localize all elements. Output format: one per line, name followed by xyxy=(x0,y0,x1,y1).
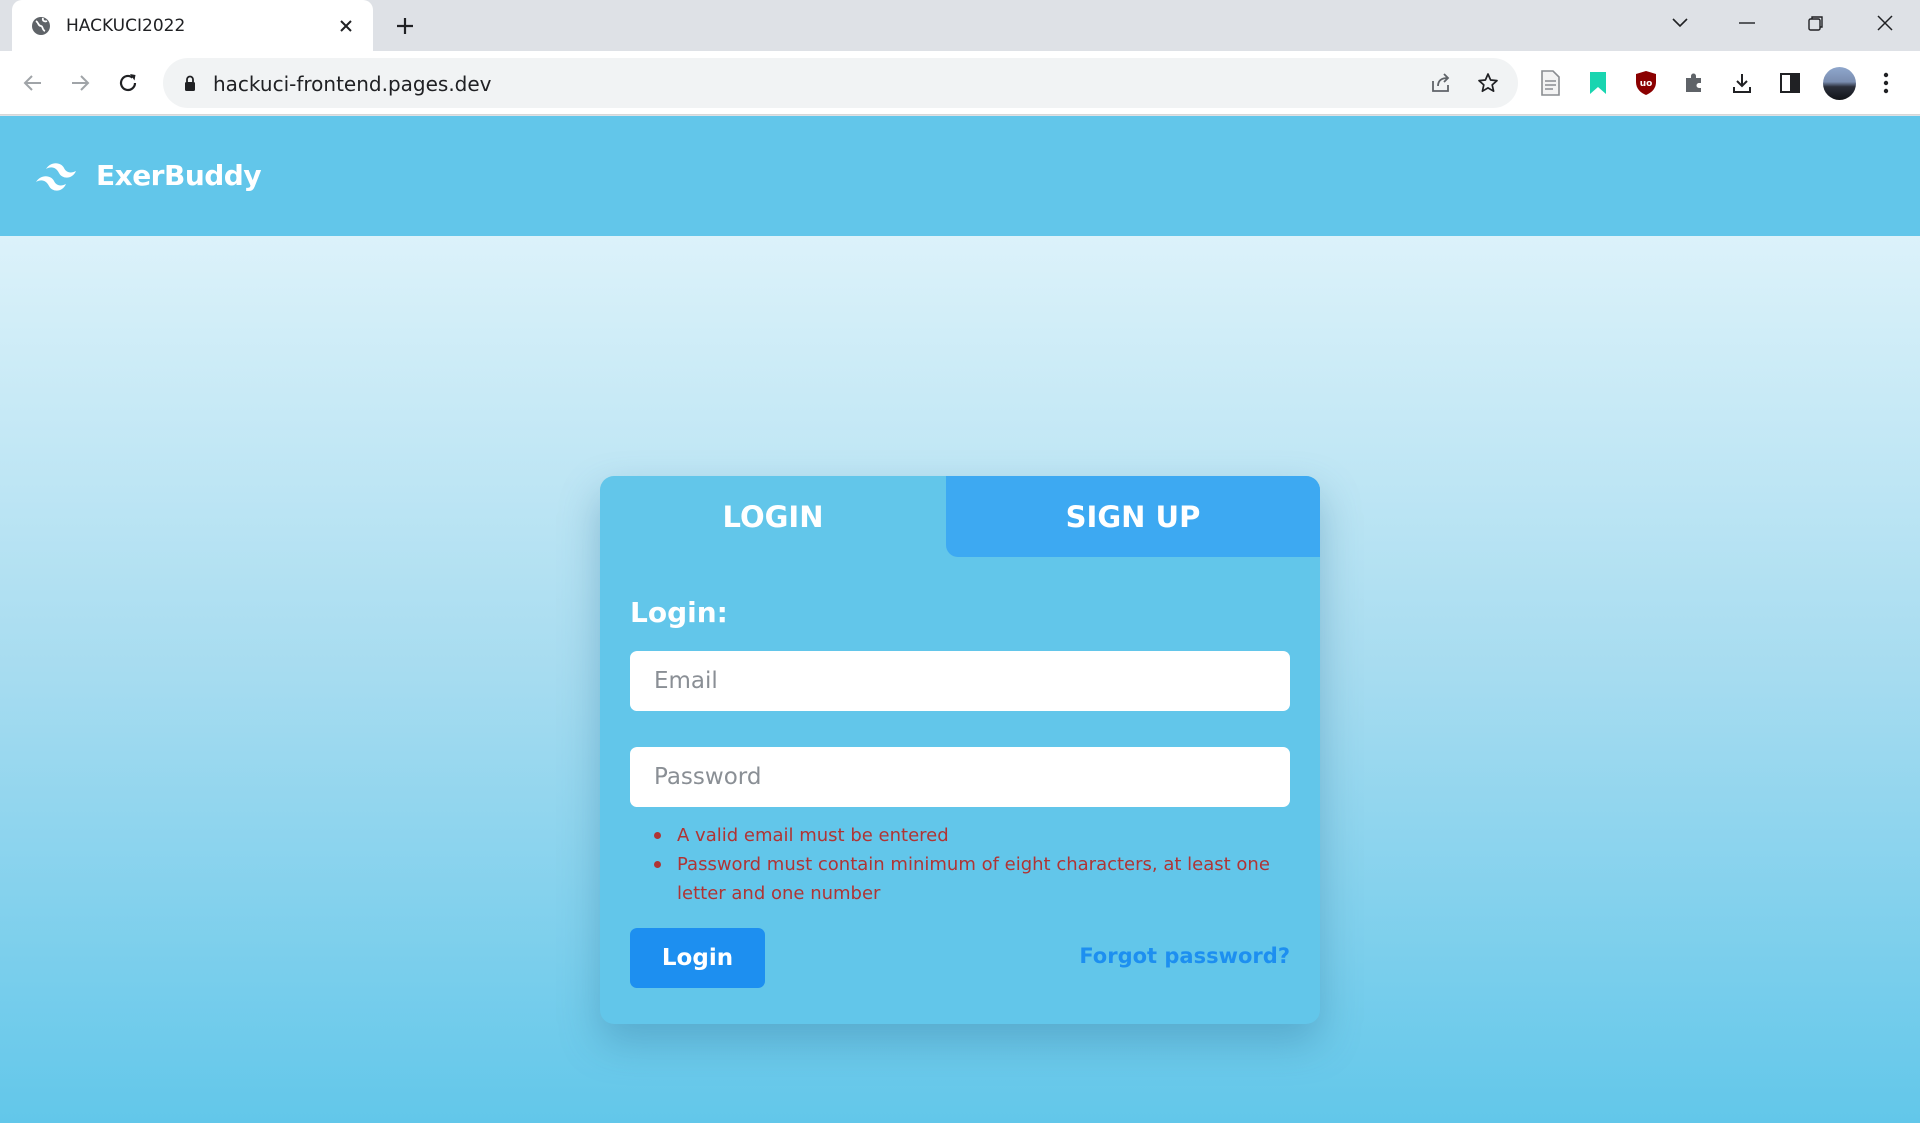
validation-errors: A valid email must be entered Password m… xyxy=(654,821,1294,908)
close-icon[interactable] xyxy=(333,13,359,39)
brand-name: ExerBuddy xyxy=(96,159,262,192)
site-header: ExerBuddy xyxy=(0,116,1920,236)
lock-icon[interactable] xyxy=(181,74,199,92)
tab-signup[interactable]: SIGN UP xyxy=(946,476,1320,557)
error-password: Password must contain minimum of eight c… xyxy=(654,850,1294,908)
email-field[interactable] xyxy=(630,651,1290,711)
bookmark-ext-icon[interactable] xyxy=(1583,68,1613,98)
browser-toolbar: hackuci-frontend.pages.dev uo xyxy=(0,51,1920,115)
tab-title: HACKUCI2022 xyxy=(66,15,186,36)
login-button[interactable]: Login xyxy=(630,928,765,988)
star-icon[interactable] xyxy=(1474,69,1502,97)
sidepanel-icon[interactable] xyxy=(1775,68,1805,98)
close-window-icon[interactable] xyxy=(1865,8,1905,38)
reader-icon[interactable] xyxy=(1535,68,1565,98)
page-viewport: ExerBuddy LOGIN SIGN UP Login: A valid e… xyxy=(0,116,1920,1123)
share-icon[interactable] xyxy=(1427,69,1455,97)
tab-login[interactable]: LOGIN xyxy=(600,476,946,557)
kebab-menu-icon[interactable] xyxy=(1871,68,1901,98)
password-field[interactable] xyxy=(630,747,1290,807)
browser-tab[interactable]: HACKUCI2022 xyxy=(12,0,373,51)
chevron-down-icon[interactable] xyxy=(1660,8,1700,38)
site-logo[interactable]: ExerBuddy xyxy=(34,159,262,192)
forward-icon[interactable] xyxy=(63,66,97,100)
restore-icon[interactable] xyxy=(1796,8,1836,38)
ublock-icon[interactable]: uo xyxy=(1631,68,1661,98)
form-title: Login: xyxy=(630,596,728,629)
avatar[interactable] xyxy=(1823,67,1856,100)
wave-logo-icon xyxy=(34,160,84,192)
download-icon[interactable] xyxy=(1727,68,1757,98)
puzzle-icon[interactable] xyxy=(1679,68,1709,98)
back-icon[interactable] xyxy=(16,66,50,100)
auth-card: LOGIN SIGN UP Login: A valid email must … xyxy=(600,476,1320,1024)
reload-icon[interactable] xyxy=(111,66,145,100)
svg-text:uo: uo xyxy=(1640,79,1653,89)
address-bar[interactable]: hackuci-frontend.pages.dev xyxy=(163,58,1518,108)
url-text[interactable]: hackuci-frontend.pages.dev xyxy=(213,72,492,96)
minimize-icon[interactable] xyxy=(1727,8,1767,38)
globe-icon xyxy=(30,15,52,37)
browser-tabstrip: HACKUCI2022 xyxy=(0,0,1920,51)
error-email: A valid email must be entered xyxy=(654,821,1294,850)
plus-icon[interactable] xyxy=(390,11,420,41)
forgot-password-link[interactable]: Forgot password? xyxy=(1079,944,1290,968)
